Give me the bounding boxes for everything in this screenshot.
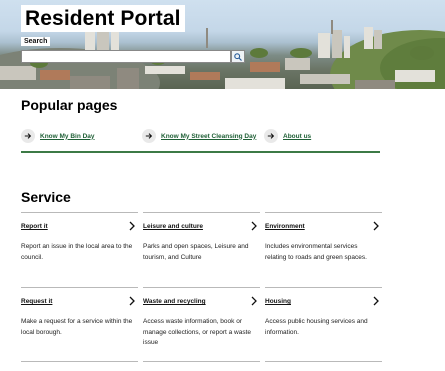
arrow-right-icon (21, 129, 35, 143)
service-card-title[interactable]: Leisure and culture (143, 223, 203, 230)
service-card-description: Report an issue in the local area to the… (21, 243, 133, 261)
service-card-waste-recycling[interactable]: Waste and recycling Access waste informa… (143, 287, 260, 362)
search-input[interactable] (21, 50, 231, 63)
service-card-description: Includes environmental services relating… (265, 243, 367, 261)
card-divider (265, 212, 382, 213)
popular-link-bin-day[interactable]: Know My Bin Day (21, 128, 95, 144)
site-title: Resident Portal (21, 5, 185, 32)
popular-link-about-us[interactable]: About us (264, 128, 311, 144)
service-card-report-it[interactable]: Report it Report an issue in the local a… (21, 212, 138, 287)
arrow-right-icon (264, 129, 278, 143)
service-card-leisure-culture[interactable]: Leisure and culture Parks and open space… (143, 212, 260, 287)
chevron-right-icon[interactable] (250, 296, 258, 306)
service-card-housing[interactable]: Housing Access public housing services a… (265, 287, 382, 362)
card-divider (265, 287, 382, 288)
service-card-environment[interactable]: Environment Includes environmental servi… (265, 212, 382, 287)
card-divider (21, 212, 138, 213)
search-icon (234, 52, 242, 61)
chevron-right-icon[interactable] (128, 296, 136, 306)
popular-link-label: Know My Street Cleansing Day (161, 132, 257, 140)
card-divider (143, 212, 260, 213)
card-divider (143, 287, 260, 288)
service-card-title[interactable]: Request it (21, 298, 52, 305)
search-label: Search (21, 37, 51, 46)
chevron-right-icon[interactable] (128, 221, 136, 231)
service-heading: Service (21, 189, 71, 205)
popular-link-label: About us (283, 132, 312, 140)
service-card-title[interactable]: Waste and recycling (143, 298, 206, 305)
chevron-right-icon[interactable] (250, 221, 258, 231)
service-card-description: Access public housing services and infor… (265, 318, 368, 336)
popular-link-label: Know My Bin Day (40, 132, 95, 140)
popular-pages-heading: Popular pages (21, 97, 118, 113)
service-card-title[interactable]: Housing (265, 298, 291, 305)
service-card-description: Parks and open spaces, Leisure and touri… (143, 243, 249, 261)
service-card-title[interactable]: Report it (21, 223, 48, 230)
card-divider (21, 287, 138, 288)
section-divider (21, 151, 380, 153)
arrow-right-icon (142, 129, 156, 143)
service-card-request-it[interactable]: Request it Make a request for a service … (21, 287, 138, 362)
chevron-right-icon[interactable] (372, 221, 380, 231)
service-card-description: Make a request for a service within the … (21, 318, 133, 336)
card-divider (21, 361, 138, 362)
popular-link-street-cleansing[interactable]: Know My Street Cleansing Day (142, 128, 256, 144)
chevron-right-icon[interactable] (372, 296, 380, 306)
search-button[interactable] (231, 50, 245, 63)
service-card-description: Access waste information, book or manage… (143, 318, 252, 346)
card-divider (265, 361, 382, 362)
card-divider (143, 361, 260, 362)
service-card-title[interactable]: Environment (265, 223, 305, 230)
